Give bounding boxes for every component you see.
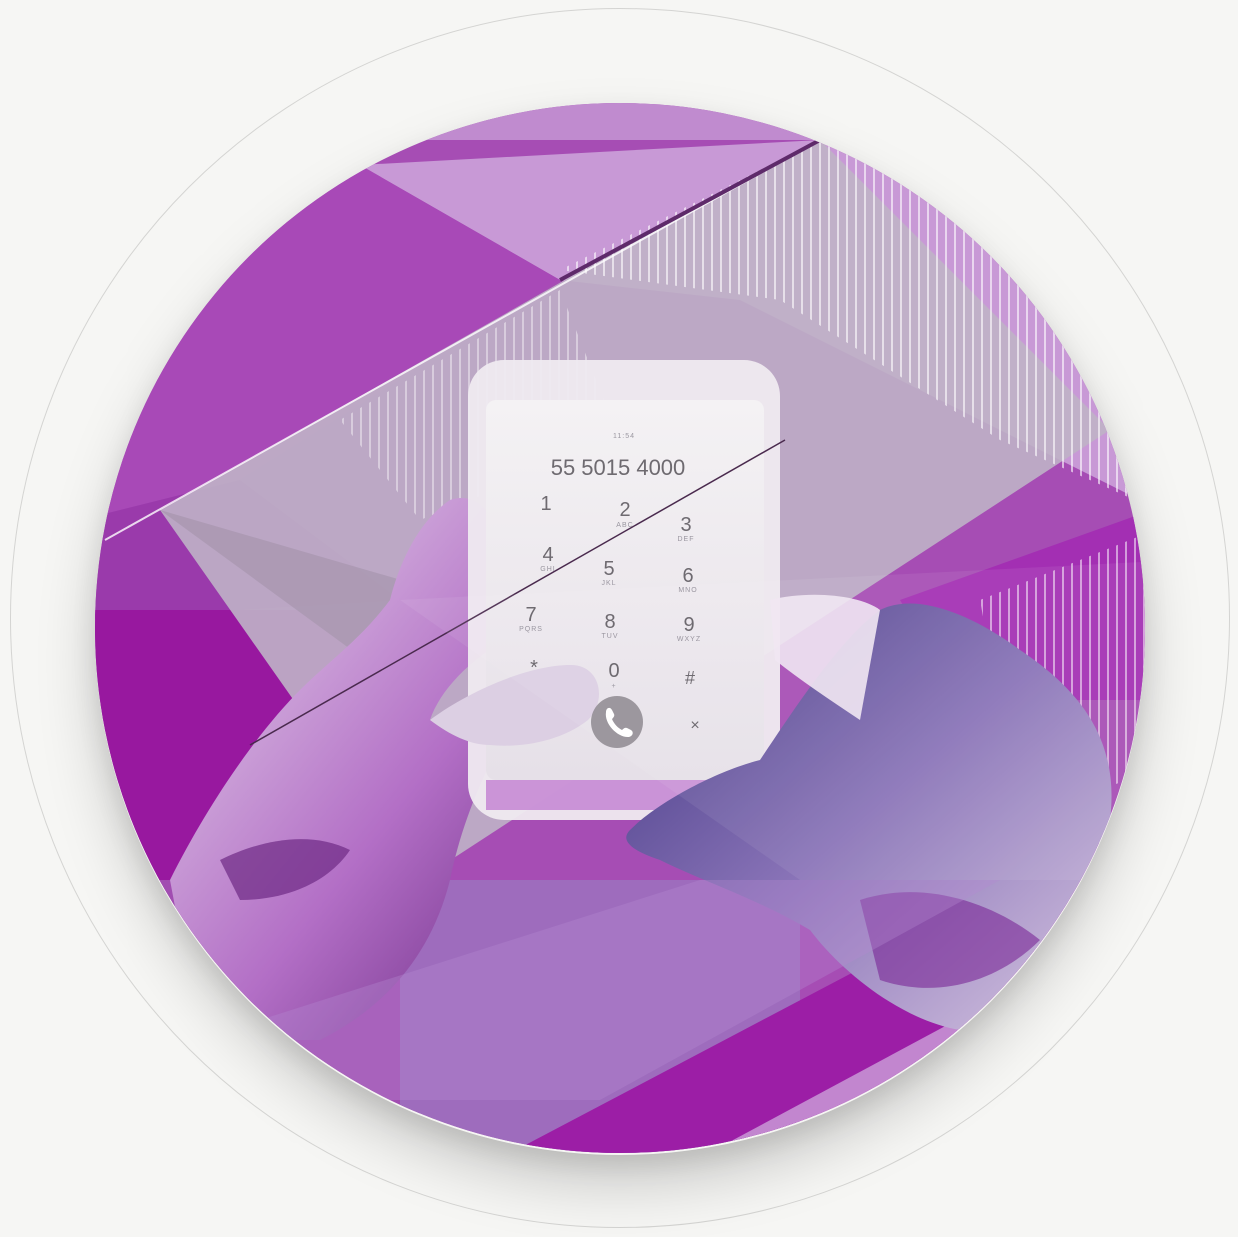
- key-2[interactable]: 2: [619, 499, 630, 521]
- delete-icon[interactable]: ×: [690, 717, 699, 734]
- call-button[interactable]: [591, 696, 643, 748]
- key-8-letters: TUV: [602, 633, 619, 640]
- key-7-letters: PQRS: [519, 626, 543, 633]
- key-9[interactable]: 9: [683, 614, 694, 636]
- key-4[interactable]: 4: [542, 544, 553, 566]
- key-6[interactable]: 6: [682, 565, 693, 587]
- key-7[interactable]: 7: [525, 604, 536, 626]
- call-button-circle[interactable]: [591, 696, 643, 748]
- key-5-letters: JKL: [601, 580, 616, 587]
- key-4-letters: GHI: [540, 566, 555, 573]
- key-0[interactable]: 0: [608, 660, 619, 682]
- key-3-letters: DEF: [678, 536, 695, 543]
- key-hash[interactable]: #: [685, 668, 695, 688]
- key-2-letters: ABC: [616, 522, 633, 529]
- key-3[interactable]: 3: [680, 514, 691, 536]
- key-star[interactable]: *: [530, 657, 538, 679]
- key-5[interactable]: 5: [603, 558, 614, 580]
- dialed-number: 55 5015 4000: [551, 455, 686, 480]
- key-8[interactable]: 8: [604, 611, 615, 633]
- key-0-letters: +: [611, 683, 616, 690]
- key-1[interactable]: 1: [540, 493, 551, 515]
- illustration: 11:54 55 5015 4000 1 2 ABC 3 DEF 4 GHI 5…: [95, 103, 1145, 1153]
- key-6-letters: MNO: [678, 587, 697, 594]
- status-time: 11:54: [613, 433, 635, 440]
- key-9-letters: WXYZ: [677, 636, 701, 643]
- band-top: [95, 103, 1145, 140]
